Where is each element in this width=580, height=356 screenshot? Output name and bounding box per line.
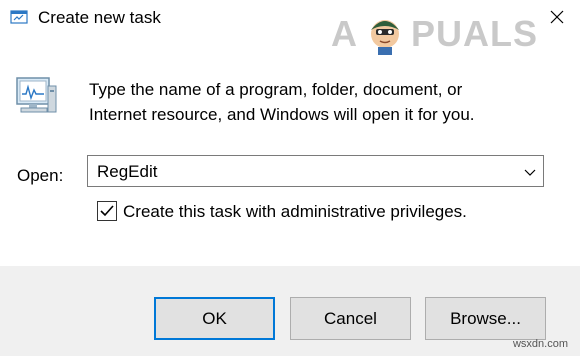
cancel-button[interactable]: Cancel bbox=[290, 297, 411, 340]
run-icon bbox=[10, 10, 28, 24]
window-title: Create new task bbox=[38, 8, 161, 27]
admin-privileges-label[interactable]: Create this task with administrative pri… bbox=[123, 202, 467, 222]
description: Type the name of a program, folder, docu… bbox=[89, 77, 559, 127]
description-line-1: Type the name of a program, folder, docu… bbox=[89, 80, 463, 99]
watermark-mascot-icon bbox=[371, 20, 399, 55]
checkmark-icon bbox=[100, 205, 114, 217]
watermark-text-right: PUALS bbox=[411, 13, 539, 54]
open-combobox[interactable]: RegEdit bbox=[87, 155, 544, 187]
browse-button[interactable]: Browse... bbox=[425, 297, 546, 340]
open-input-value[interactable]: RegEdit bbox=[97, 162, 157, 182]
chevron-down-icon[interactable] bbox=[523, 165, 537, 179]
ok-button[interactable]: OK bbox=[154, 297, 275, 340]
site-credit: wsxdn.com bbox=[512, 338, 568, 350]
appuals-watermark: A PUALS bbox=[331, 10, 571, 56]
admin-privileges-checkbox[interactable] bbox=[97, 201, 117, 221]
program-icon bbox=[16, 77, 57, 113]
create-new-task-dialog: Create new task A PUALS Type the name of… bbox=[0, 0, 580, 356]
description-line-2: Internet resource, and Windows will open… bbox=[89, 105, 475, 124]
watermark-text-left: A bbox=[331, 13, 358, 54]
open-label: Open: bbox=[17, 166, 64, 185]
